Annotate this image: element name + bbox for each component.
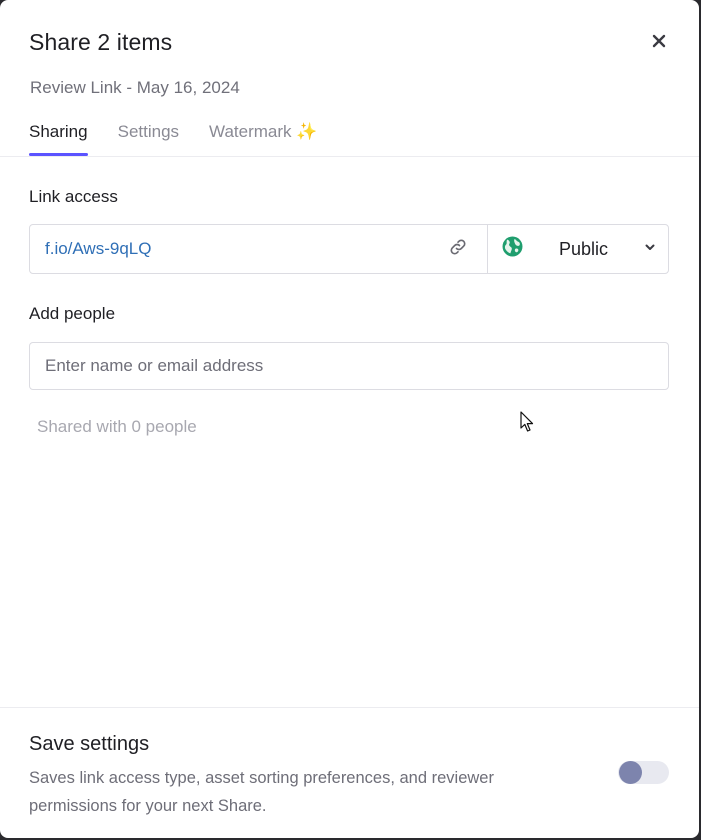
tab-settings[interactable]: Settings xyxy=(118,122,179,156)
access-type-select[interactable]: Public xyxy=(488,225,668,273)
link-icon[interactable] xyxy=(449,238,467,261)
shared-count-text: Shared with 0 people xyxy=(37,417,197,436)
access-type-value: Public xyxy=(559,238,609,259)
tab-sharing[interactable]: Sharing xyxy=(29,122,88,156)
add-people-input[interactable] xyxy=(29,342,669,390)
link-field: f.io/Aws-9qLQ xyxy=(30,225,488,273)
save-settings-description: Saves link access type, asset sorting pr… xyxy=(29,769,494,815)
tab-bar: Sharing Settings Watermark ✨ xyxy=(29,122,347,156)
close-icon[interactable] xyxy=(646,28,672,54)
link-access-box: f.io/Aws-9qLQ Public xyxy=(29,224,669,274)
mouse-cursor-icon xyxy=(520,411,534,438)
tab-watermark[interactable]: Watermark ✨ xyxy=(209,122,317,156)
save-settings-toggle[interactable] xyxy=(618,761,669,784)
footer-divider xyxy=(0,707,699,708)
tabs-divider xyxy=(0,156,699,157)
share-link-url[interactable]: f.io/Aws-9qLQ xyxy=(45,239,151,259)
chevron-down-icon xyxy=(644,240,656,258)
toggle-knob xyxy=(619,761,642,784)
add-people-label: Add people xyxy=(29,304,116,323)
dialog-subtitle: Review Link - May 16, 2024 xyxy=(30,78,240,97)
link-access-label: Link access xyxy=(29,187,118,206)
dialog-title: Share 2 items xyxy=(29,29,173,55)
save-settings-title: Save settings xyxy=(29,733,150,755)
globe-icon xyxy=(502,236,523,262)
share-dialog: Share 2 items Review Link - May 16, 2024… xyxy=(0,0,699,838)
